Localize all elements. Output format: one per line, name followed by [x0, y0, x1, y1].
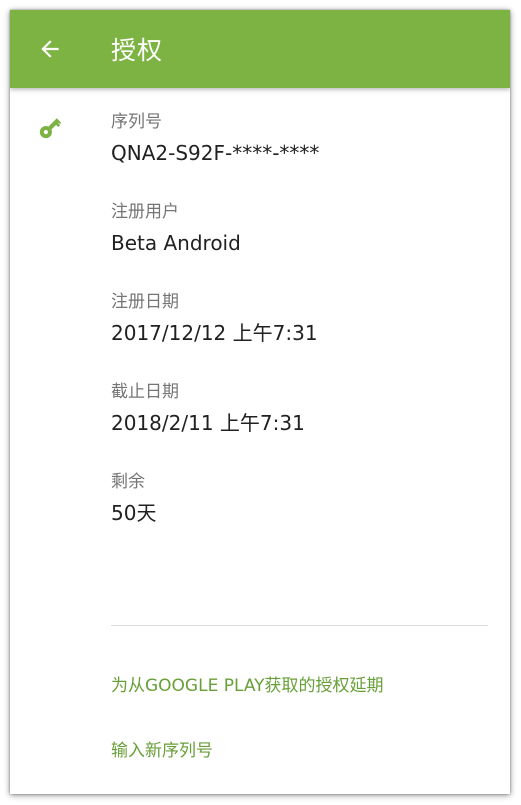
license-field-list: 序列号 QNA2-S92F-****-**** 注册用户 Beta Androi…: [111, 110, 488, 560]
extend-license-google-play-link[interactable]: 为从GOOGLE PLAY获取的授权延期: [111, 671, 384, 696]
back-button[interactable]: [10, 10, 90, 88]
serial-number-label: 序列号: [111, 112, 162, 132]
registration-date-field: 注册日期 2017/12/12 上午7:31: [111, 290, 488, 380]
enter-new-serial-link[interactable]: 输入新序列号: [111, 736, 213, 761]
serial-number-value: QNA2-S92F-****-****: [111, 141, 320, 165]
registration-date-value: 2017/12/12 上午7:31: [111, 321, 318, 345]
registered-user-label: 注册用户: [111, 202, 179, 222]
remaining-days-label: 剩余: [111, 472, 145, 492]
expiration-date-value: 2018/2/11 上午7:31: [111, 411, 305, 435]
key-icon: [39, 118, 62, 139]
remaining-days-value: 50天: [111, 501, 157, 525]
registration-date-label: 注册日期: [111, 292, 179, 312]
expiration-date-field: 截止日期 2018/2/11 上午7:31: [111, 380, 488, 470]
license-screen: 授权 序列号 QNA2-S92F-****-**** 注册用户 Beta And…: [10, 10, 510, 794]
registered-user-value: Beta Android: [111, 231, 241, 255]
serial-number-field: 序列号 QNA2-S92F-****-****: [111, 110, 488, 200]
arrow-back-icon: [41, 40, 59, 58]
app-bar: 授权: [10, 10, 510, 88]
registered-user-field: 注册用户 Beta Android: [111, 200, 488, 290]
remaining-days-field: 剩余 50天: [111, 470, 488, 560]
page-title: 授权: [111, 36, 164, 65]
divider: [111, 625, 488, 626]
expiration-date-label: 截止日期: [111, 382, 179, 402]
